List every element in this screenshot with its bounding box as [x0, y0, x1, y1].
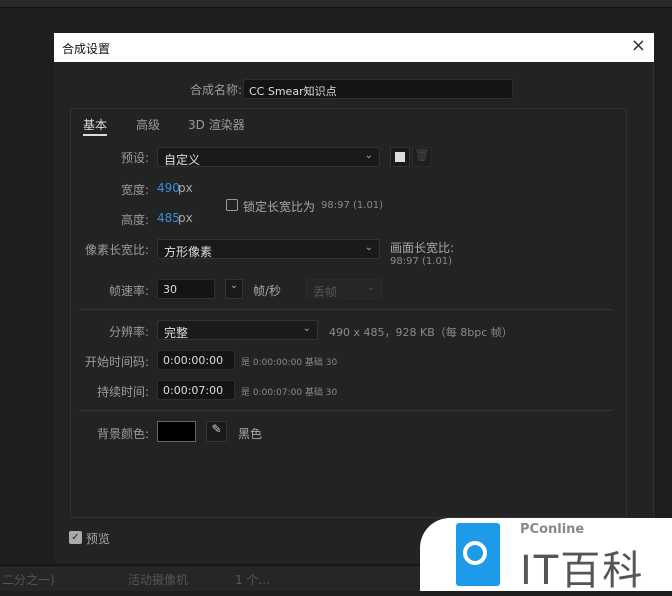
save-icon — [395, 152, 405, 162]
lock-aspect-label: 锁定长宽比为 — [243, 200, 316, 214]
camera-select[interactable]: 活动摄像机 — [128, 571, 188, 588]
preset-value: 自定义 — [164, 153, 201, 167]
bg-color-name: 黑色 — [238, 427, 263, 441]
tab-advanced[interactable]: 高级 — [136, 116, 160, 133]
pixel-aspect-select[interactable]: 方形像素 ⌄ — [157, 239, 380, 259]
chevron-down-icon: ⌄ — [302, 323, 311, 334]
resolution-select[interactable]: 完整 ⌄ — [157, 320, 318, 340]
frame-rate-unit: 帧/秒 — [253, 284, 282, 298]
height-value[interactable]: 485 — [157, 211, 180, 225]
start-timecode-label: 开始时间码: — [84, 355, 149, 369]
resolution-label: 分辨率: — [108, 325, 149, 339]
pconline-watermark: PConline IT百科 — [420, 518, 672, 594]
preview-checkbox[interactable]: ✓ — [69, 531, 82, 544]
frame-rate-input[interactable]: 30 — [157, 279, 215, 299]
width-unit: px — [178, 181, 193, 195]
chevron-down-icon: ⌄ — [366, 282, 375, 293]
dialog-title: 合成设置 — [62, 42, 111, 56]
watermark-brand: PConline — [520, 522, 585, 537]
divider — [79, 309, 613, 310]
frame-rate-label: 帧速率: — [108, 284, 149, 298]
lock-aspect-checkbox[interactable] — [226, 199, 238, 211]
drop-frame-value: 丢帧 — [313, 285, 338, 299]
close-icon[interactable]: × — [631, 35, 646, 56]
composition-settings-dialog: 合成设置 × 合成名称: CC Smear知识点 基本 高级 3D 渲染器 预设… — [54, 33, 654, 563]
resolution-info: 490 x 485，928 KB（每 8bpc 帧） — [329, 326, 513, 339]
eyedropper-icon: ✎ — [211, 422, 222, 436]
zoom-select[interactable]: 二分之一) — [2, 571, 55, 588]
bg-color-swatch[interactable] — [157, 421, 196, 442]
views-select[interactable]: 1 个... — [235, 571, 270, 588]
height-unit: px — [178, 211, 193, 225]
eyedropper-button[interactable]: ✎ — [206, 421, 227, 442]
height-label: 高度: — [120, 213, 149, 227]
duration-label: 持续时间: — [96, 385, 149, 399]
pixel-aspect-value: 方形像素 — [164, 245, 213, 259]
watermark-name: IT百科 — [520, 548, 645, 594]
preview-label: 预览 — [86, 532, 111, 546]
frame-aspect-value: 98:97 (1.01) — [390, 256, 453, 267]
settings-panel: 基本 高级 3D 渲染器 预设: 自定义 ⌄ 🗑 宽度: 490 px 高度: 4… — [70, 108, 627, 518]
chevron-down-icon: ⌄ — [364, 150, 373, 161]
frame-rate-dropdown[interactable]: ⌄ — [225, 279, 243, 299]
title-bar: 合成设置 × — [54, 33, 654, 62]
start-timecode-info: 是 0:00:00:00 基础 30 — [241, 358, 338, 368]
top-strip — [0, 0, 672, 8]
comp-name-label: 合成名称: — [189, 83, 242, 97]
divider — [79, 410, 613, 411]
width-value[interactable]: 490 — [157, 181, 180, 195]
preset-select[interactable]: 自定义 ⌄ — [157, 147, 380, 167]
pixel-aspect-label: 像素长宽比: — [84, 243, 149, 257]
comp-name-input[interactable]: CC Smear知识点 — [243, 79, 513, 99]
delete-preset-button[interactable]: 🗑 — [412, 147, 432, 167]
lock-aspect-value: 98:97 (1.01) — [321, 200, 384, 211]
start-timecode-input[interactable]: 0:00:00:00 — [157, 350, 235, 370]
width-label: 宽度: — [120, 183, 149, 197]
chevron-down-icon: ⌄ — [229, 280, 239, 291]
duration-input[interactable]: 0:00:07:00 — [157, 380, 235, 400]
preset-label: 预设: — [120, 151, 149, 165]
chevron-down-icon: ⌄ — [364, 242, 373, 253]
magnifier-logo-icon — [456, 523, 500, 586]
trash-icon: 🗑 — [414, 148, 430, 162]
save-preset-button[interactable] — [390, 147, 410, 167]
bg-color-label: 背景颜色: — [96, 427, 149, 441]
drop-frame-select: 丢帧 ⌄ — [306, 279, 382, 299]
tab-3d-renderer[interactable]: 3D 渲染器 — [188, 116, 245, 133]
resolution-value: 完整 — [164, 326, 189, 340]
duration-info: 是 0:00:07:00 基础 30 — [241, 388, 338, 398]
tab-basic[interactable]: 基本 — [83, 116, 108, 136]
frame-aspect-label: 画面长宽比: — [390, 241, 455, 255]
